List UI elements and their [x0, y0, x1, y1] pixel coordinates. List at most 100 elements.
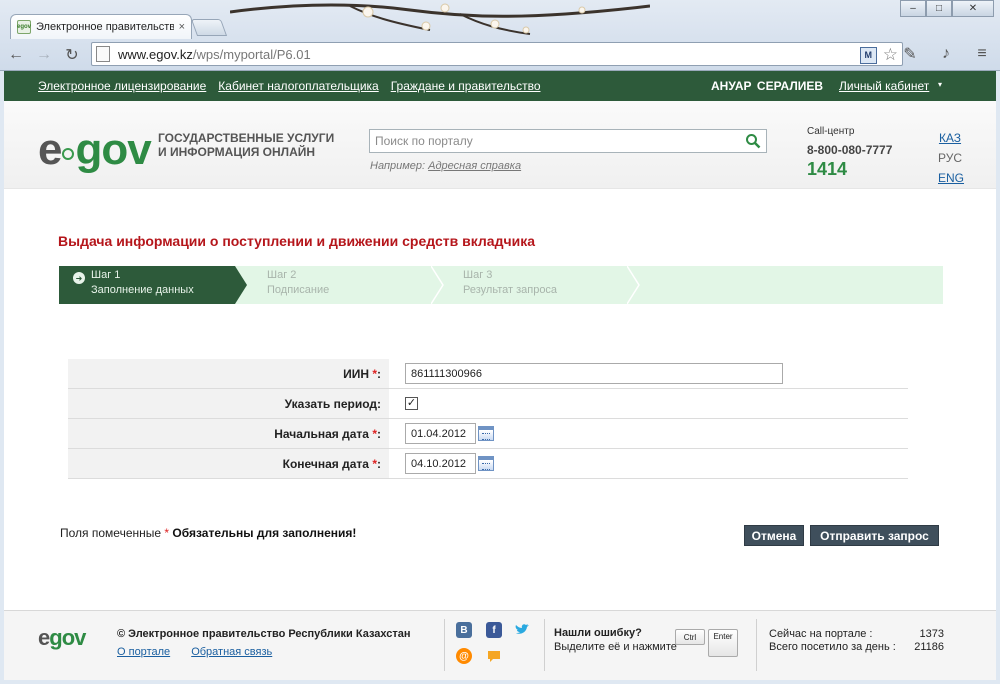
- request-form: ИИН *: Указать период: ✓ Начальная дата …: [68, 359, 908, 479]
- required-fields-note: Поля помеченные * Обязательны для заполн…: [60, 526, 357, 540]
- site-slogan: ГОСУДАРСТВЕННЫЕ УСЛУГИ И ИНФОРМАЦИЯ ОНЛА…: [158, 131, 335, 159]
- callcenter-phone: 8-800-080-7777: [807, 143, 893, 157]
- top-navigation: Электронное лицензирование Кабинет налог…: [4, 71, 996, 101]
- step-2: Шаг 2 Подписание: [267, 269, 330, 296]
- bookmark-star-icon[interactable]: ☆: [883, 45, 898, 65]
- egov-logo[interactable]: e gov: [38, 128, 152, 172]
- forward-button[interactable]: →: [32, 43, 56, 67]
- browser-toolbar: ← → ↻ www.egov.kz /wps/myportal/P6.01 M …: [0, 38, 1000, 71]
- online-label: Сейчас на портале :: [769, 628, 873, 640]
- start-date-label: Начальная дата *:: [68, 419, 389, 448]
- ctrl-key-icon: Ctrl: [675, 629, 705, 645]
- search-box: [369, 129, 767, 153]
- lang-kaz[interactable]: КАЗ: [938, 128, 962, 148]
- footer-links: О портале Обратная связь: [117, 646, 290, 658]
- end-date-label: Конечная дата *:: [68, 449, 389, 478]
- step-active-icon: ➜: [73, 272, 85, 284]
- cherry-blossom-theme-decoration: [230, 3, 650, 35]
- calendar-icon[interactable]: [478, 426, 494, 441]
- bug-report-title: Нашли ошибку?: [554, 627, 642, 639]
- tab-close-icon[interactable]: ×: [179, 21, 185, 33]
- language-switcher: КАЗ РУС ENG: [938, 128, 964, 188]
- back-button[interactable]: ←: [4, 43, 28, 67]
- cancel-button[interactable]: Отмена: [744, 525, 804, 546]
- form-row-start-date: Начальная дата *:: [68, 419, 908, 449]
- music-extension-icon[interactable]: ♪: [934, 42, 958, 66]
- visits-label: Всего посетило за день :: [769, 641, 896, 653]
- call-center: Call-центр 8-800-080-7777 1414: [807, 126, 892, 180]
- site-header: e gov ГОСУДАРСТВЕННЫЕ УСЛУГИ И ИНФОРМАЦИЯ…: [4, 101, 996, 189]
- form-row-end-date: Конечная дата *:: [68, 449, 908, 479]
- link-citizens-government[interactable]: Граждане и правительство: [391, 79, 541, 93]
- form-row-period: Указать период: ✓: [68, 389, 908, 419]
- hint-example-link[interactable]: Адресная справка: [428, 160, 521, 172]
- twitter-icon[interactable]: [514, 622, 530, 638]
- form-row-iin: ИИН *:: [68, 359, 908, 389]
- minimize-button[interactable]: –: [900, 0, 926, 17]
- tab-strip: egov Электронное правительств × – □ ✕: [0, 0, 1000, 39]
- facebook-icon[interactable]: f: [486, 622, 502, 638]
- egov-favicon-icon: egov: [17, 20, 31, 34]
- tab-title: Электронное правительств: [36, 21, 174, 33]
- link-licensing[interactable]: Электронное лицензирование: [38, 79, 206, 93]
- main-content: Выдача информации о поступлении и движен…: [4, 190, 996, 610]
- end-date-input[interactable]: [405, 453, 476, 474]
- visits-value: 21186: [914, 641, 944, 653]
- about-link[interactable]: О портале: [117, 646, 170, 658]
- user-name: АНУАР СЕРАЛИЕВ: [711, 79, 824, 93]
- site-footer: egov © Электронное правительство Республ…: [4, 610, 996, 680]
- search-icon[interactable]: [745, 133, 761, 149]
- feedback-link[interactable]: Обратная связь: [191, 646, 272, 658]
- web-page: Электронное лицензирование Кабинет налог…: [4, 71, 996, 680]
- window-controls: – □ ✕: [900, 0, 994, 17]
- step-3-arrow: [627, 266, 640, 304]
- search-input[interactable]: [370, 130, 730, 152]
- chevron-down-icon[interactable]: ▾: [938, 80, 942, 89]
- footer-logo[interactable]: egov: [38, 625, 86, 651]
- footer-divider: [756, 619, 757, 671]
- online-value: 1373: [919, 628, 944, 640]
- personal-cabinet-link[interactable]: Личный кабинет: [839, 79, 929, 93]
- menu-icon[interactable]: ≡: [970, 42, 994, 66]
- callcenter-short-number: 1414: [807, 159, 848, 179]
- bug-report-hint: Выделите её и нажмите: [554, 641, 677, 653]
- callcenter-label: Call-центр: [807, 126, 855, 137]
- page-title: Выдача информации о поступлении и движен…: [58, 233, 535, 249]
- url-host: www.egov.kz: [118, 46, 193, 62]
- copyright-text: © Электронное правительство Республики К…: [117, 628, 411, 640]
- start-date-input[interactable]: [405, 423, 476, 444]
- lang-rus: РУС: [938, 151, 963, 165]
- footer-divider: [544, 619, 545, 671]
- visitor-stats-labels: Сейчас на портале : Всего посетило за де…: [769, 628, 896, 654]
- link-taxpayer-cabinet[interactable]: Кабинет налогоплательщика: [218, 79, 378, 93]
- search-hint: Например: Адресная справка: [370, 160, 522, 172]
- iin-label: ИИН *:: [68, 359, 389, 388]
- logo-dot-icon: [62, 148, 75, 160]
- step-1: ➜ Шаг 1 Заполнение данных: [59, 266, 235, 304]
- address-bar[interactable]: www.egov.kz /wps/myportal/P6.01 M ☆: [91, 42, 903, 66]
- page-icon: [96, 46, 110, 62]
- lang-eng[interactable]: ENG: [938, 168, 964, 188]
- close-window-button[interactable]: ✕: [952, 0, 994, 17]
- step-3: Шаг 3 Результат запроса: [463, 269, 558, 296]
- url-path: /wps/myportal/P6.01: [192, 46, 311, 62]
- enter-key-icon: Enter: [708, 629, 738, 657]
- maximize-button[interactable]: □: [926, 0, 952, 17]
- mail-ru-icon[interactable]: @: [456, 648, 472, 664]
- iin-input[interactable]: [405, 363, 783, 384]
- chat-bubble-icon[interactable]: [486, 648, 502, 664]
- period-label: Указать период:: [68, 389, 389, 418]
- submit-request-button[interactable]: Отправить запрос: [810, 525, 939, 546]
- calendar-icon[interactable]: [478, 456, 494, 471]
- extension-icon[interactable]: M: [859, 46, 877, 64]
- reload-button[interactable]: ↻: [60, 43, 84, 67]
- visitor-stats-values: 1373 21186: [884, 628, 944, 654]
- dropper-extension-icon[interactable]: ✎: [898, 42, 922, 66]
- new-tab-button[interactable]: [190, 19, 228, 36]
- browser-tab[interactable]: egov Электронное правительств ×: [10, 14, 192, 39]
- vkontakte-icon[interactable]: B: [456, 622, 472, 638]
- browser-chrome: egov Электронное правительств × – □ ✕ ← …: [0, 0, 1000, 71]
- wizard-steps: ➜ Шаг 1 Заполнение данных Шаг 2 Подписан…: [59, 266, 943, 304]
- period-checkbox[interactable]: ✓: [405, 397, 418, 410]
- footer-divider: [444, 619, 445, 671]
